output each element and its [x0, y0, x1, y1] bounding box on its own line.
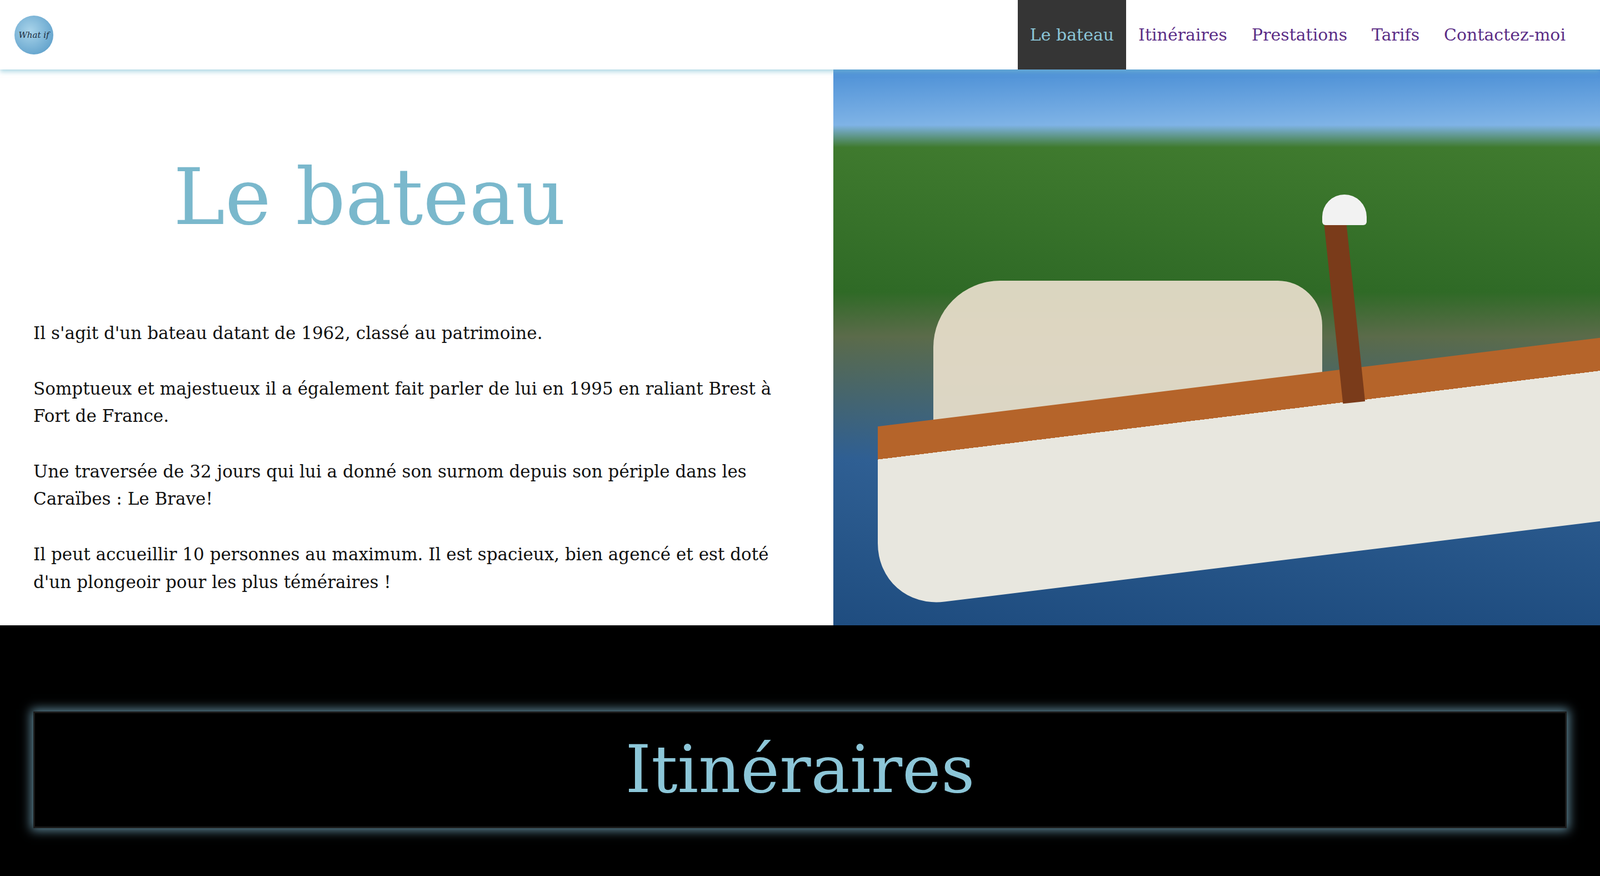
nav-item[interactable]: Contactez-moi — [1431, 0, 1578, 70]
photo-radar — [1322, 194, 1367, 225]
navbar: What if Le bateauItinérairesPrestationsTa… — [0, 0, 1600, 70]
nav-item[interactable]: Le bateau — [1017, 0, 1127, 70]
logo-badge[interactable]: What if — [14, 15, 54, 55]
nav-menu: Le bateauItinérairesPrestationsTarifsCon… — [1017, 0, 1600, 70]
hero-section: Le bateau Il s'agit d'un bateau datant de… — [0, 69, 1600, 625]
boat-photo — [833, 69, 1600, 625]
hero-paragraph: Il peut accueillir 10 personnes au maxim… — [33, 540, 806, 596]
itineraires-section: Itinéraires — [0, 625, 1600, 873]
nav-item[interactable]: Itinéraires — [1126, 0, 1240, 70]
hero-title: Le bateau — [33, 158, 806, 237]
hero-paragraph: Somptueux et majestueux il a également f… — [33, 375, 806, 430]
nav-item[interactable]: Tarifs — [1359, 0, 1432, 70]
nav-item[interactable]: Prestations — [1239, 0, 1360, 70]
section-title-box: Itinéraires — [33, 711, 1567, 828]
hero-paragraph: Il s'agit d'un bateau datant de 1962, cl… — [33, 319, 806, 348]
section-title: Itinéraires — [625, 730, 975, 809]
logo[interactable]: What if — [0, 0, 54, 70]
hero-paragraph: Une traversée de 32 jours qui lui a donn… — [33, 457, 806, 513]
hero-text: Le bateau Il s'agit d'un bateau datant de… — [0, 69, 834, 625]
